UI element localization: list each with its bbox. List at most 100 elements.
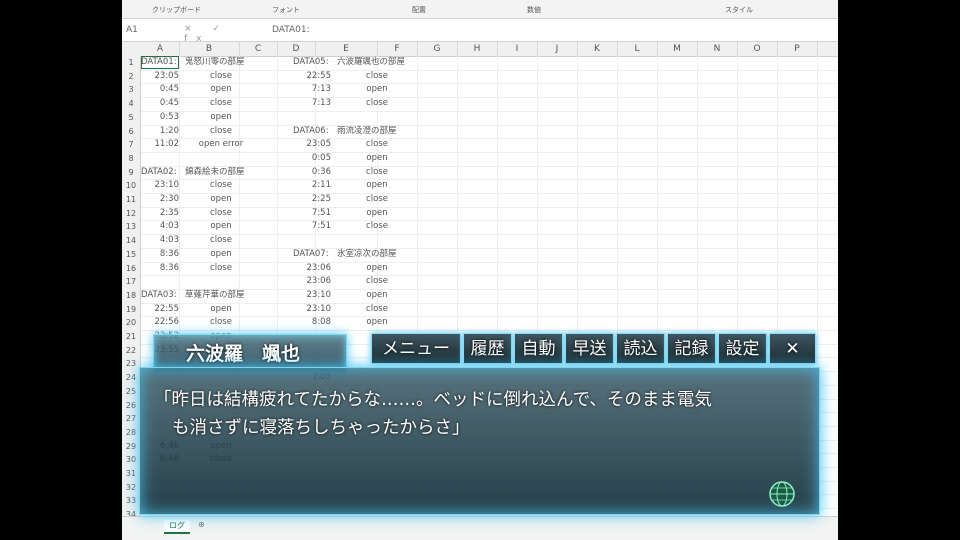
column-header[interactable]: N [697, 42, 738, 56]
row-header[interactable]: 22 [122, 344, 140, 358]
row-header[interactable]: 13 [122, 220, 140, 234]
cell-e7[interactable]: close [347, 138, 407, 152]
cell-b16[interactable]: close [191, 262, 251, 276]
ribbon-group-clipboard[interactable]: クリップボード [152, 5, 201, 15]
cell-a13[interactable]: 4:03 [141, 220, 179, 234]
column-header[interactable]: M [657, 42, 698, 56]
row-header[interactable]: 21 [122, 330, 140, 344]
row-header[interactable]: 7 [122, 138, 140, 152]
row-header[interactable]: 30 [122, 453, 140, 467]
cell-b19[interactable]: open [191, 303, 251, 317]
cell-b20[interactable]: close [191, 316, 251, 330]
column-header[interactable]: G [417, 42, 458, 56]
row-header[interactable]: 25 [122, 385, 140, 399]
dialog-box[interactable]: 「昨日は結構疲れてたからな……。ベッドに倒れ込んで、そのまま電気 も消さずに寝落… [139, 367, 820, 515]
cell-e8[interactable]: open [347, 152, 407, 166]
settings-button[interactable]: 設定 [718, 333, 767, 364]
cell-d9[interactable]: 0:36 [293, 166, 331, 180]
cell-b3[interactable]: open [191, 83, 251, 97]
cell-a3[interactable]: 0:45 [141, 83, 179, 97]
cell-b1[interactable]: 鬼怒川零の部屋 [185, 56, 245, 70]
row-header[interactable]: 8 [122, 152, 140, 166]
cell-d1[interactable]: DATA05: [293, 56, 329, 70]
row-header[interactable]: 31 [122, 467, 140, 481]
row-header[interactable]: 15 [122, 248, 140, 262]
cell-b15[interactable]: open [191, 248, 251, 262]
cell-d16[interactable]: 23:06 [293, 262, 332, 276]
row-header[interactable]: 16 [122, 262, 140, 276]
cell-e3[interactable]: open [347, 83, 407, 97]
row-header[interactable]: 6 [122, 125, 140, 139]
cell-b13[interactable]: open [191, 220, 251, 234]
column-header[interactable]: I [497, 42, 538, 56]
cell-e1[interactable]: 六波羅颯也の部屋 [337, 56, 405, 70]
row-header[interactable]: 24 [122, 371, 140, 385]
cell-a15[interactable]: 8:36 [141, 248, 179, 262]
row-header[interactable]: 32 [122, 481, 140, 495]
row-header[interactable]: 4 [122, 97, 140, 111]
row-header[interactable]: 19 [122, 303, 140, 317]
cell-a10[interactable]: 23:10 [141, 179, 180, 193]
column-header[interactable]: O [737, 42, 778, 56]
cell-e9[interactable]: close [347, 166, 407, 180]
cell-d20[interactable]: 8:08 [293, 316, 331, 330]
row-header[interactable]: 3 [122, 83, 140, 97]
ribbon-group-styles[interactable]: スタイル [725, 5, 753, 15]
cell-e11[interactable]: close [347, 193, 407, 207]
cell-e17[interactable]: close [347, 275, 407, 289]
cell-d18[interactable]: 23:10 [293, 289, 332, 303]
row-header[interactable]: 2 [122, 70, 140, 84]
ribbon-group-number[interactable]: 数値 [527, 5, 541, 15]
name-box[interactable]: A1 [126, 25, 178, 35]
cell-a5[interactable]: 0:53 [141, 111, 179, 125]
cell-d15[interactable]: DATA07: [293, 248, 329, 262]
formula-input[interactable]: DATA01: [272, 25, 310, 35]
cell-d10[interactable]: 2:11 [293, 179, 331, 193]
cell-a19[interactable]: 22:55 [141, 303, 180, 317]
cell-a18[interactable]: DATA03: [141, 289, 177, 303]
row-header[interactable]: 33 [122, 494, 140, 508]
column-header[interactable]: K [577, 42, 618, 56]
column-header[interactable]: J [537, 42, 578, 56]
row-header[interactable]: 28 [122, 426, 140, 440]
row-header[interactable]: 11 [122, 193, 140, 207]
skip-button[interactable]: 早送 [565, 333, 614, 364]
cell-d11[interactable]: 2:25 [293, 193, 331, 207]
row-header[interactable]: 23 [122, 357, 140, 371]
cell-e15[interactable]: 氷室凉次の部屋 [337, 248, 397, 262]
cell-e12[interactable]: open [347, 207, 407, 221]
cell-b4[interactable]: close [191, 97, 251, 111]
cell-a6[interactable]: 1:20 [141, 125, 179, 139]
cell-a4[interactable]: 0:45 [141, 97, 179, 111]
cell-d4[interactable]: 7:13 [293, 97, 331, 111]
column-header[interactable]: P [777, 42, 818, 56]
cell-b18[interactable]: 草薙芹華の部屋 [185, 289, 245, 303]
row-header[interactable]: 27 [122, 412, 140, 426]
row-header[interactable]: 12 [122, 207, 140, 221]
cell-a14[interactable]: 4:03 [141, 234, 179, 248]
cell-b2[interactable]: close [191, 70, 251, 84]
cell-d3[interactable]: 7:13 [293, 83, 331, 97]
ribbon-group-alignment[interactable]: 配置 [412, 5, 426, 15]
row-header[interactable]: 10 [122, 179, 140, 193]
cell-d17[interactable]: 23:06 [293, 275, 332, 289]
row-header[interactable]: 17 [122, 275, 140, 289]
cell-b7[interactable]: open error [191, 138, 251, 152]
cell-e13[interactable]: close [347, 220, 407, 234]
column-header[interactable]: B [179, 42, 240, 56]
cell-a20[interactable]: 22:56 [141, 316, 180, 330]
cell-a2[interactable]: 23:05 [141, 70, 180, 84]
cell-d6[interactable]: DATA06: [293, 125, 329, 139]
history-button[interactable]: 履歴 [463, 333, 512, 364]
cell-a7[interactable]: 11:02 [141, 138, 180, 152]
row-header[interactable]: 9 [122, 166, 140, 180]
cell-e4[interactable]: close [347, 97, 407, 111]
cell-e2[interactable]: close [347, 70, 407, 84]
row-header[interactable]: 20 [122, 316, 140, 330]
sheet-tab-log[interactable]: ログ [164, 520, 190, 534]
cell-b11[interactable]: open [191, 193, 251, 207]
cell-d8[interactable]: 0:05 [293, 152, 331, 166]
add-sheet-icon[interactable]: ⊕ [198, 520, 210, 529]
cell-e20[interactable]: open [347, 316, 407, 330]
column-header[interactable]: F [377, 42, 418, 56]
